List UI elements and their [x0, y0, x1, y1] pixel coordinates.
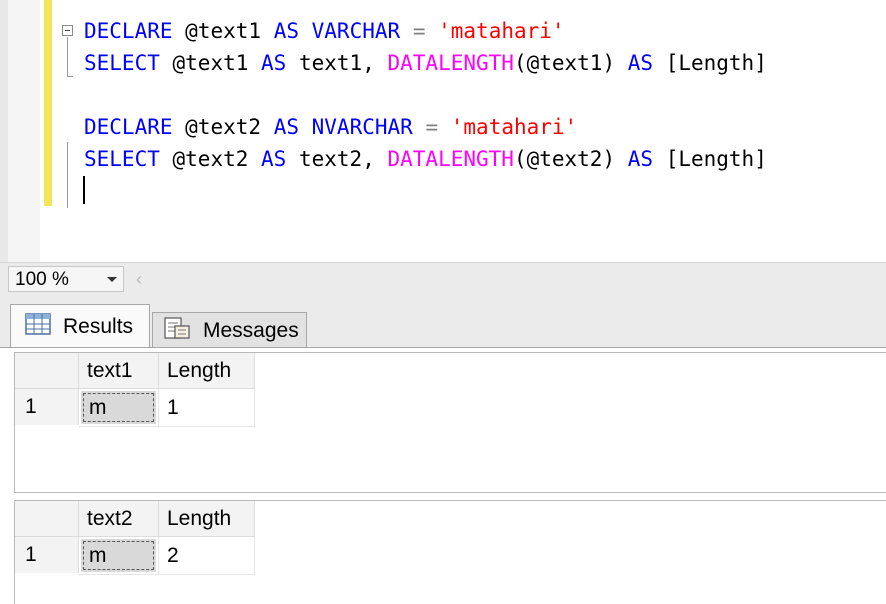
sql-keyword: SELECT: [84, 147, 160, 171]
column-header[interactable]: text1: [79, 353, 159, 389]
sql-keyword: AS: [627, 51, 654, 75]
sql-keyword: AS: [627, 147, 654, 171]
sql-operator: =: [412, 19, 426, 43]
collapse-icon[interactable]: [62, 25, 73, 36]
row-number[interactable]: 1: [15, 389, 79, 425]
sql-keyword: SELECT: [84, 51, 160, 75]
results-tab-bar: Results Messages: [0, 296, 886, 348]
zoom-dropdown[interactable]: 100 %: [8, 266, 124, 292]
table-cell[interactable]: m: [79, 389, 159, 427]
column-header[interactable]: text2: [79, 501, 159, 537]
sql-string: 'matahari': [438, 19, 565, 43]
sql-argument: (@text1): [513, 51, 616, 75]
messages-icon: [163, 316, 191, 346]
editor-gutter: [8, 0, 40, 262]
sql-type: NVARCHAR: [311, 115, 413, 139]
selected-cell-value: m: [81, 539, 156, 572]
sql-keyword: AS: [261, 147, 287, 171]
sql-variable: @text1: [185, 19, 262, 43]
result-grid-2[interactable]: text2 Length 1 m 2: [14, 500, 886, 604]
sql-type: VARCHAR: [311, 19, 401, 43]
selected-cell-value: m: [81, 391, 156, 424]
query-editor[interactable]: DECLARE @text1 AS VARCHAR = 'matahari' S…: [0, 0, 886, 262]
change-indicator-bar: [44, 0, 52, 206]
zoom-value: 100 %: [15, 269, 69, 290]
tab-bar-divider: [0, 347, 886, 348]
sql-variable: @text2: [185, 115, 262, 139]
result-grid-1[interactable]: text1 Length 1 m 1: [14, 352, 886, 493]
scroll-left-icon[interactable]: ‹: [136, 268, 142, 290]
table-cell[interactable]: 1: [159, 389, 255, 427]
grid-icon: [25, 312, 51, 341]
corner-header[interactable]: [15, 353, 79, 389]
code-line-1[interactable]: DECLARE @text1 AS VARCHAR = 'matahari': [84, 16, 565, 46]
chevron-down-icon[interactable]: [107, 277, 117, 282]
text-caret: [83, 176, 85, 204]
sql-function: DATALENGTH: [387, 51, 514, 75]
result-grid-splitter[interactable]: [0, 493, 886, 500]
code-line-5[interactable]: SELECT @text2 AS text2, DATALENGTH(@text…: [84, 144, 767, 174]
outline-guide: [67, 142, 68, 208]
code-line-2[interactable]: SELECT @text1 AS text1, DATALENGTH(@text…: [84, 48, 767, 78]
table-cell[interactable]: 2: [159, 537, 255, 575]
sql-column-alias: [Length]: [665, 147, 767, 171]
sql-argument: (@text2): [513, 147, 616, 171]
outline-guide: [67, 37, 68, 77]
sql-alias: text2,: [298, 147, 375, 171]
sql-keyword: DECLARE: [84, 19, 173, 43]
row-number[interactable]: 1: [15, 537, 79, 573]
sql-keyword: AS: [273, 19, 299, 43]
sql-alias: text1,: [298, 51, 375, 75]
sql-string: 'matahari': [450, 115, 578, 139]
tab-results[interactable]: Results: [10, 304, 150, 348]
tab-results-label: Results: [63, 314, 134, 338]
sql-operator: =: [425, 115, 439, 139]
sql-variable: @text2: [172, 147, 249, 171]
tab-messages-label: Messages: [203, 318, 299, 342]
table-cell[interactable]: m: [79, 537, 159, 575]
column-header[interactable]: Length: [159, 501, 255, 537]
results-left-margin: [0, 348, 14, 604]
sql-column-alias: [Length]: [665, 51, 767, 75]
editor-left-margin: [0, 0, 8, 262]
sql-keyword: AS: [261, 51, 287, 75]
sql-keyword: DECLARE: [84, 115, 173, 139]
tab-messages[interactable]: Messages: [152, 312, 307, 348]
sql-variable: @text1: [172, 51, 249, 75]
corner-header[interactable]: [15, 501, 79, 537]
editor-status-bar: 100 % ‹: [0, 262, 886, 296]
outline-guide-end: [67, 76, 73, 77]
sql-function: DATALENGTH: [387, 147, 514, 171]
sql-keyword: AS: [273, 115, 299, 139]
code-line-4[interactable]: DECLARE @text2 AS NVARCHAR = 'matahari': [84, 112, 577, 142]
column-header[interactable]: Length: [159, 353, 255, 389]
